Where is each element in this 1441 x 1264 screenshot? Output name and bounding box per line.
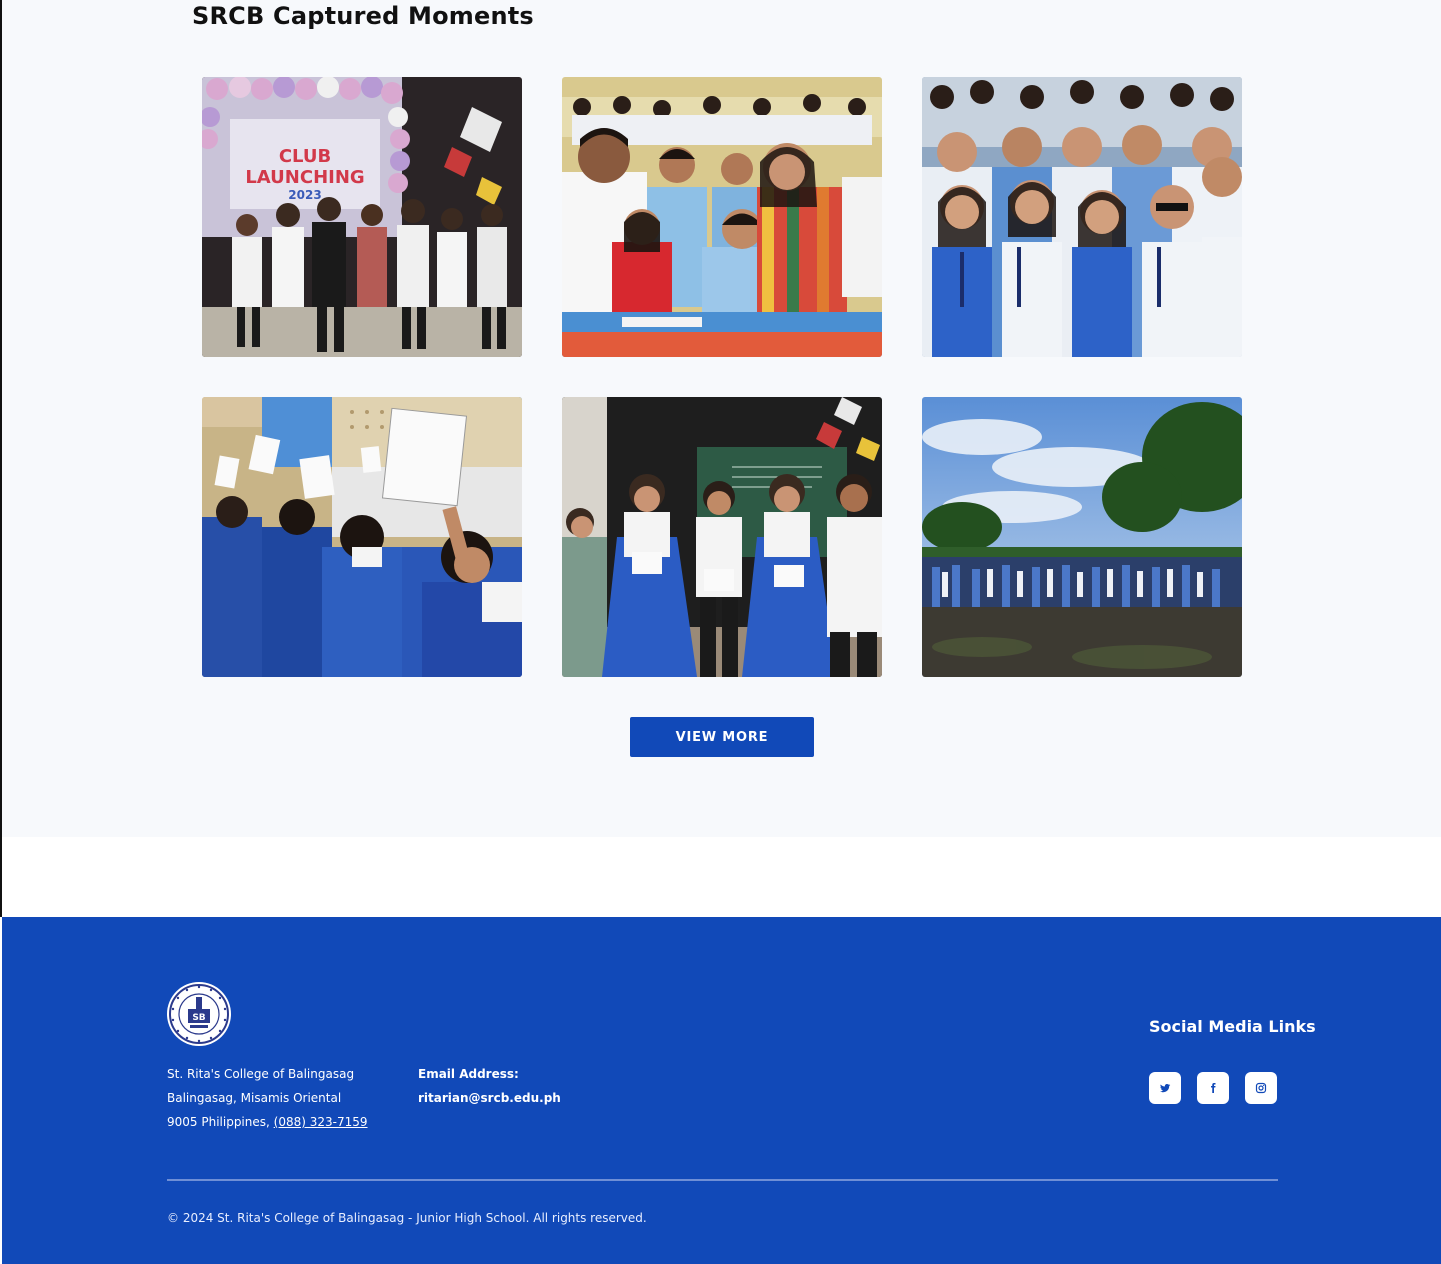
footer-divider [167, 1179, 1278, 1181]
outdoor-assembly-photo[interactable] [922, 397, 1242, 677]
twitter-button[interactable] [1149, 1072, 1181, 1104]
phone-link[interactable]: (088) 323-7159 [274, 1115, 368, 1129]
students-with-teacher-photo[interactable] [562, 77, 882, 357]
gallery-section: SRCB Captured Moments CLUB LAUNCHING 202… [2, 0, 1441, 837]
school-address: St. Rita's College of Balingasag Balinga… [167, 1062, 368, 1134]
gallery-title: SRCB Captured Moments [192, 2, 534, 30]
email-link[interactable]: ritarian@srcb.edu.ph [418, 1086, 561, 1110]
address-line-country: 9005 Philippines, (088) 323-7159 [167, 1110, 368, 1134]
instagram-icon [1255, 1082, 1267, 1094]
students-raising-boards-photo[interactable] [202, 397, 522, 677]
address-line-postal: 9005 Philippines, [167, 1115, 270, 1129]
social-media-title: Social Media Links [1149, 1017, 1316, 1036]
club-launching-dance-photo[interactable]: CLUB LAUNCHING 2023 [202, 77, 522, 357]
copyright-text: © 2024 St. Rita's College of Balingasag … [167, 1211, 647, 1225]
college-seal-logo[interactable]: SB [166, 981, 232, 1047]
svg-text:CLUB: CLUB [279, 146, 331, 167]
award-recipients-photo[interactable] [562, 397, 882, 677]
address-line-school: St. Rita's College of Balingasag [167, 1067, 355, 1081]
students-group-selfie-photo[interactable] [922, 77, 1242, 357]
site-footer: SB St. Rita's College of Balingasag Bali… [2, 917, 1441, 1264]
instagram-button[interactable] [1245, 1072, 1277, 1104]
svg-text:LAUNCHING: LAUNCHING [245, 167, 364, 188]
email-label: Email Address: [418, 1067, 519, 1081]
facebook-button[interactable] [1197, 1072, 1229, 1104]
email-block: Email Address: ritarian@srcb.edu.ph [418, 1062, 561, 1110]
svg-text:SB: SB [192, 1013, 205, 1023]
twitter-icon [1160, 1083, 1171, 1093]
svg-text:2023: 2023 [288, 188, 321, 202]
view-more-button[interactable]: VIEW MORE [630, 717, 814, 757]
facebook-icon [1211, 1083, 1216, 1093]
address-line-city: Balingasag, Misamis Oriental [167, 1091, 342, 1105]
